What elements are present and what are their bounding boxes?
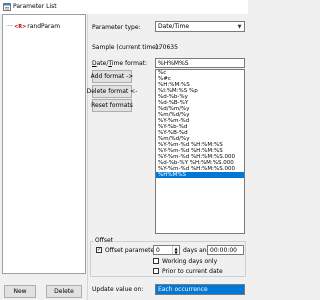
spin-down-icon[interactable]: ▼ bbox=[172, 250, 179, 255]
offset-group-title: Offset bbox=[94, 237, 115, 244]
format-list[interactable]: %c %#c %H:%M:%S %I:%M:%S %p %d-%b-%y %d-%B-%Y… bbox=[155, 69, 245, 234]
sample-value: 170635 bbox=[155, 44, 178, 51]
parameter-icon: <R> bbox=[14, 24, 27, 30]
prior-date-label: Prior to current date bbox=[162, 268, 223, 275]
update-value-label: Update value on: bbox=[92, 286, 144, 293]
delete-button[interactable]: Delete bbox=[46, 285, 82, 298]
update-value-select[interactable]: Each occurrence bbox=[155, 284, 245, 295]
offset-checkbox[interactable]: ✓ bbox=[96, 247, 102, 253]
prior-date-checkbox[interactable] bbox=[153, 268, 159, 274]
offset-time-input[interactable]: 00:00:00 bbox=[207, 245, 244, 255]
parameter-type-label: Parameter type: bbox=[92, 24, 141, 31]
chevron-down-icon: ▼ bbox=[237, 23, 242, 30]
days-value: 0 bbox=[156, 247, 160, 254]
days-spinner[interactable]: 0 ▲ ▼ bbox=[153, 245, 180, 255]
update-value-selected: Each occurrence bbox=[158, 286, 208, 293]
panel-divider bbox=[87, 14, 88, 300]
parameter-tree-panel[interactable] bbox=[2, 14, 86, 274]
datetime-format-label: Date/Time format: bbox=[92, 60, 148, 67]
tree-node-randparam[interactable]: ·····<R>randParam bbox=[6, 23, 60, 30]
working-days-checkbox[interactable] bbox=[153, 258, 159, 264]
datetime-format-input[interactable]: %H%M%S bbox=[155, 58, 245, 68]
tree-node-label: randParam bbox=[27, 23, 61, 30]
parameter-type-select[interactable]: Date/Time ▼ bbox=[155, 21, 245, 32]
working-days-label: Working days only bbox=[162, 258, 218, 265]
sample-label: Sample (current time): bbox=[92, 44, 161, 51]
delete-format-button[interactable]: Delete format <- bbox=[87, 85, 137, 98]
app-icon bbox=[3, 3, 11, 11]
window-title: Parameter List bbox=[13, 3, 57, 10]
tree-connector: ····· bbox=[6, 23, 14, 30]
new-button[interactable]: New bbox=[4, 285, 36, 298]
format-list-item[interactable]: %H%M%S bbox=[156, 172, 244, 178]
add-format-button[interactable]: Add format -> bbox=[91, 70, 133, 83]
parameter-type-value: Date/Time bbox=[158, 23, 190, 30]
reset-formats-button[interactable]: Reset formats bbox=[91, 99, 133, 112]
